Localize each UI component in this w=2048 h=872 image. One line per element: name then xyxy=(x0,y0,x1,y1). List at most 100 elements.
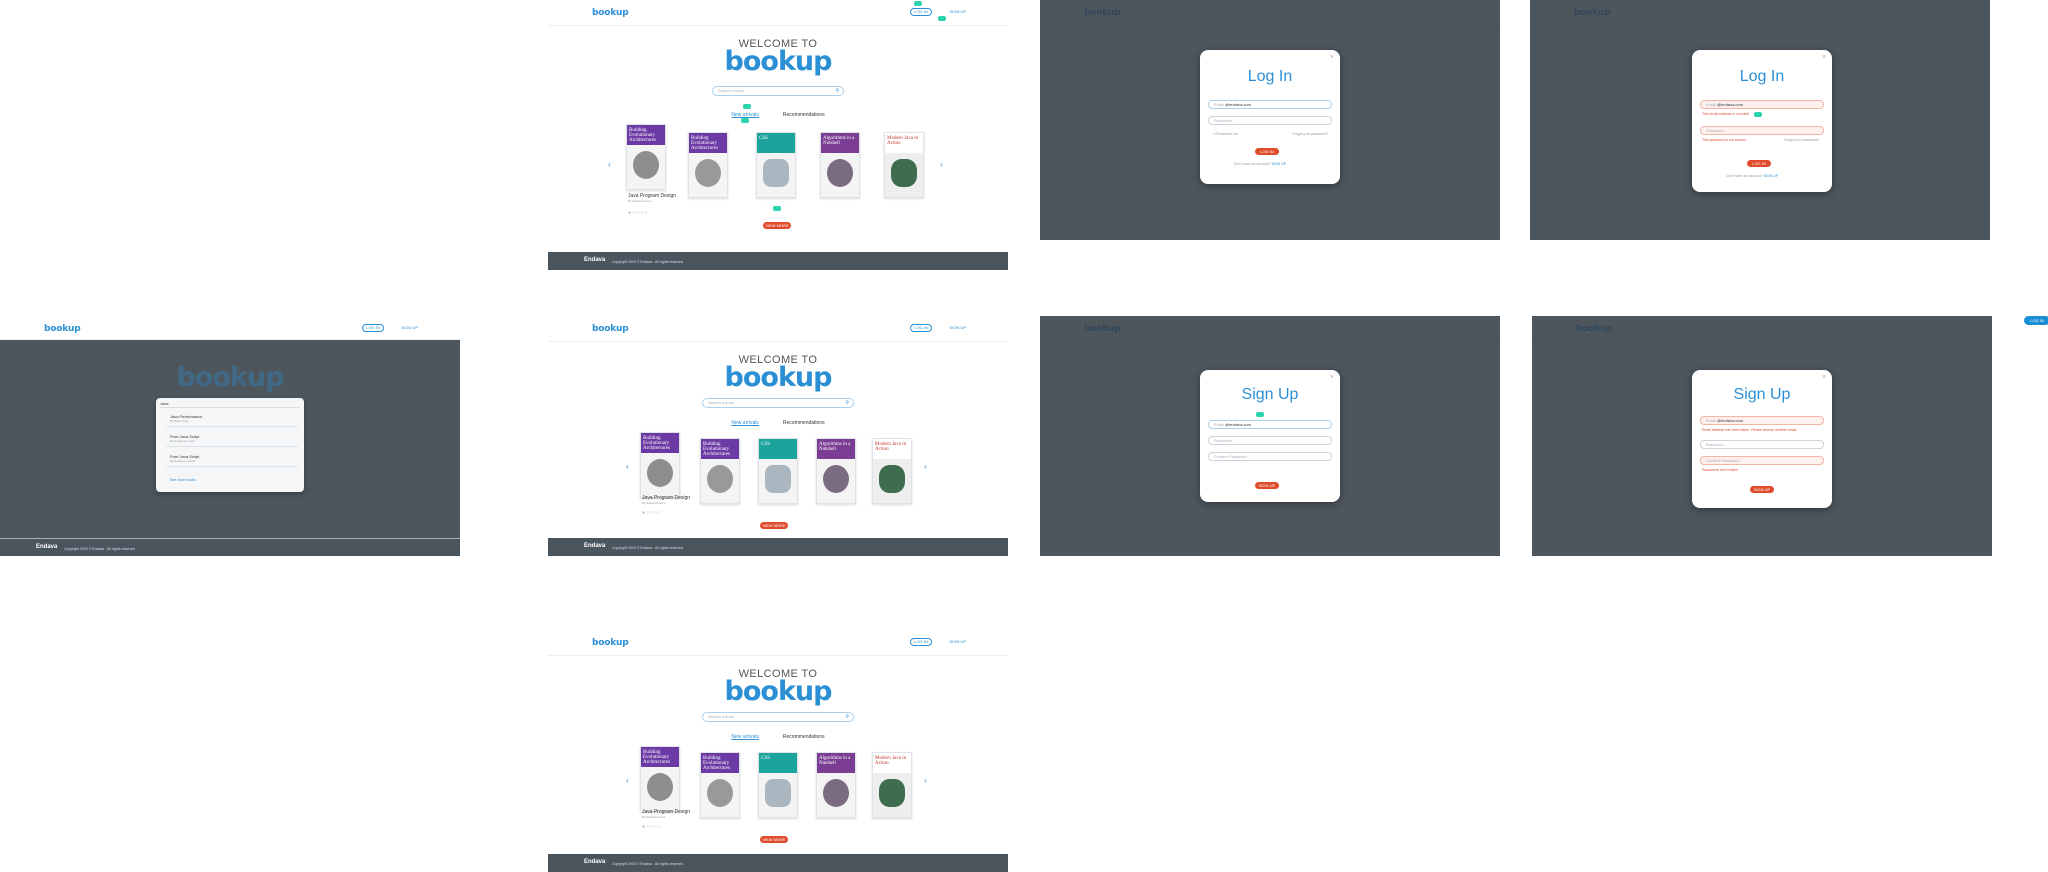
email-field[interactable]: Email @endava.com xyxy=(1700,100,1824,109)
search-result-item[interactable]: Pure Java Script By Anderson Lausi xyxy=(170,454,199,464)
carousel-prev-icon[interactable]: ‹ xyxy=(608,160,611,169)
login-button[interactable]: LOG IN xyxy=(910,324,932,332)
login-screen: bookup × Log In Email @endava.com Passwo… xyxy=(1040,0,1500,240)
home-screen-1: bookup LOG IN SIGN UP WELCOME TO bookup … xyxy=(548,0,1008,270)
tab-new-arrivals[interactable]: New arrivals xyxy=(731,734,759,740)
tab-recommendations[interactable]: Recommendations xyxy=(783,734,825,740)
password-field[interactable]: Password xyxy=(1208,436,1332,445)
book-cover[interactable]: Modern Java in Action xyxy=(872,752,912,818)
confirm-password-field[interactable]: Confirm Password xyxy=(1700,456,1824,465)
forgot-password-link[interactable]: Forgot your password? xyxy=(1784,138,1820,142)
tab-new-arrivals[interactable]: New arrivals xyxy=(731,420,759,426)
password-field[interactable]: Password xyxy=(1700,126,1824,135)
logo[interactable]: bookup xyxy=(592,8,629,18)
search-screen: bookup LOG IN SIGN UP WELCOME TO bookup … xyxy=(0,316,460,556)
carousel-prev-icon[interactable]: ‹ xyxy=(626,462,629,471)
view-more-button[interactable]: VIEW MORE xyxy=(760,836,788,843)
book-cover[interactable]: Algorithms in a Nutshell xyxy=(820,132,860,198)
signup-modal: × Sign Up Email @endava.com Email addres… xyxy=(1692,370,1832,508)
carousel-next-icon[interactable]: › xyxy=(940,160,943,169)
search-input[interactable]: Search a book ⚲ xyxy=(702,398,854,408)
signup-submit-button[interactable]: SIGN UP xyxy=(1255,482,1279,489)
email-field[interactable]: Email @endava.com xyxy=(1208,100,1332,109)
view-more-button[interactable]: VIEW MORE xyxy=(763,222,791,229)
divider xyxy=(166,466,298,467)
search-icon[interactable]: ⚲ xyxy=(835,87,839,95)
header: bookup LOG IN SIGN UP xyxy=(548,630,1008,656)
tab-recommendations[interactable]: Recommendations xyxy=(783,112,825,118)
book-cover[interactable]: CSS xyxy=(756,132,796,198)
signup-prompt: Don't have an account? SIGN UP xyxy=(1234,162,1287,166)
login-button[interactable]: LOG IN xyxy=(362,324,384,332)
email-field[interactable]: Email @endava.com xyxy=(1208,420,1332,429)
login-submit-button[interactable]: LOG IN xyxy=(1255,148,1279,155)
book-cover[interactable]: Algorithms in a Nutshell xyxy=(816,752,856,818)
book-cover[interactable]: Building Evolutionary Architectures xyxy=(688,132,728,198)
book-cover[interactable]: Modern Java in Action xyxy=(872,438,912,504)
signup-link[interactable]: SIGN UP xyxy=(1764,174,1778,178)
hotspot-marker xyxy=(914,1,922,6)
signup-submit-button[interactable]: SIGN UP xyxy=(1750,486,1774,493)
book-cover[interactable]: Algorithms in a Nutshell xyxy=(816,438,856,504)
login-modal: × Log In Email @endava.com Password ○ Re… xyxy=(1200,50,1340,184)
email-error: Email address has been taken. Please cho… xyxy=(1702,428,1798,432)
divider xyxy=(166,426,298,427)
login-button[interactable]: LOG IN xyxy=(910,638,932,646)
carousel-next-icon[interactable]: › xyxy=(924,776,927,785)
signup-link[interactable]: SIGN UP xyxy=(1272,162,1286,166)
carousel-dots[interactable]: ●○○○○ xyxy=(642,510,662,516)
book-cover[interactable]: CSS xyxy=(758,438,798,504)
confirm-error: Passwords don't match xyxy=(1702,468,1739,472)
search-input[interactable]: Search a book ⚲ xyxy=(702,712,854,722)
footer: Endava Copyright 2019 © Endava - All righ… xyxy=(548,538,1008,556)
confirm-password-field[interactable]: Confirm Password xyxy=(1208,452,1332,461)
search-icon[interactable]: ⚲ xyxy=(845,713,849,721)
tab-recommendations[interactable]: Recommendations xyxy=(783,420,825,426)
logo[interactable]: bookup xyxy=(592,324,629,334)
search-result-item[interactable]: Pure Java Script By Anderson Lausi xyxy=(170,434,199,444)
book-cover[interactable]: CSS xyxy=(758,752,798,818)
book-cover[interactable]: Building Evolutionary Architectures xyxy=(640,746,680,812)
close-icon[interactable]: × xyxy=(1822,54,1826,61)
close-icon[interactable]: × xyxy=(1330,54,1334,61)
forgot-password-link[interactable]: Forgot your password? xyxy=(1292,132,1328,136)
signup-link[interactable]: SIGN UP xyxy=(950,639,966,644)
signup-link[interactable]: SIGN UP xyxy=(402,325,418,330)
login-submit-button[interactable]: LOG IN xyxy=(1747,160,1771,167)
signup-screen: bookup × Sign Up Email @endava.com Passw… xyxy=(1040,316,1500,556)
carousel-dots[interactable]: ●○○○○ xyxy=(628,210,648,216)
remember-checkbox[interactable]: ○ Remember me xyxy=(1212,132,1238,136)
search-result-item[interactable]: Java Performance By Brian Cole xyxy=(170,414,202,424)
carousel-prev-icon[interactable]: ‹ xyxy=(626,776,629,785)
password-field[interactable]: Password xyxy=(1208,116,1332,125)
header: bookup LOG IN SIGN UP xyxy=(0,316,460,340)
login-button[interactable]: LOG IN xyxy=(910,8,932,16)
book-cover[interactable]: Modern Java in Action xyxy=(884,132,924,198)
search-icon[interactable]: ⚲ xyxy=(845,399,849,407)
search-input[interactable]: Java xyxy=(160,400,300,408)
book-cover[interactable]: Building Evolutionary Architectures xyxy=(700,752,740,818)
password-field[interactable]: Password xyxy=(1700,440,1824,449)
view-more-button[interactable]: VIEW MORE xyxy=(760,522,788,529)
carousel-next-icon[interactable]: › xyxy=(924,462,927,471)
signup-error-screen: bookup × Sign Up Email @endava.com Email… xyxy=(1532,316,1992,556)
floating-login-button[interactable]: LOG IN xyxy=(2024,316,2048,325)
email-field[interactable]: Email @endava.com xyxy=(1700,416,1824,425)
close-icon[interactable]: × xyxy=(1330,374,1334,381)
book-caption: Java Program Design By Edward Lance xyxy=(642,809,691,820)
see-more-link[interactable]: See more books xyxy=(170,478,196,482)
hotspot-marker xyxy=(773,206,781,211)
modal-title: Log In xyxy=(1739,68,1785,85)
book-cover[interactable]: Building Evolutionary Architectures xyxy=(640,432,680,498)
signup-link[interactable]: SIGN UP xyxy=(950,325,966,330)
carousel-dots[interactable]: ●○○○○ xyxy=(642,824,662,830)
signup-prompt: Don't have an account? SIGN UP xyxy=(1726,174,1779,178)
logo[interactable]: bookup xyxy=(592,638,629,648)
close-icon[interactable]: × xyxy=(1822,374,1826,381)
book-cover[interactable]: Building Evolutionary Architectures xyxy=(700,438,740,504)
search-input[interactable]: Search a book ⚲ xyxy=(712,86,844,96)
signup-link[interactable]: SIGN UP xyxy=(950,9,966,14)
book-cover[interactable]: Building Evolutionary Architectures xyxy=(626,124,666,190)
book-caption: Java Program Design By Edward Lance xyxy=(628,193,677,204)
header: bookup LOG IN SIGN UP xyxy=(548,0,1008,26)
